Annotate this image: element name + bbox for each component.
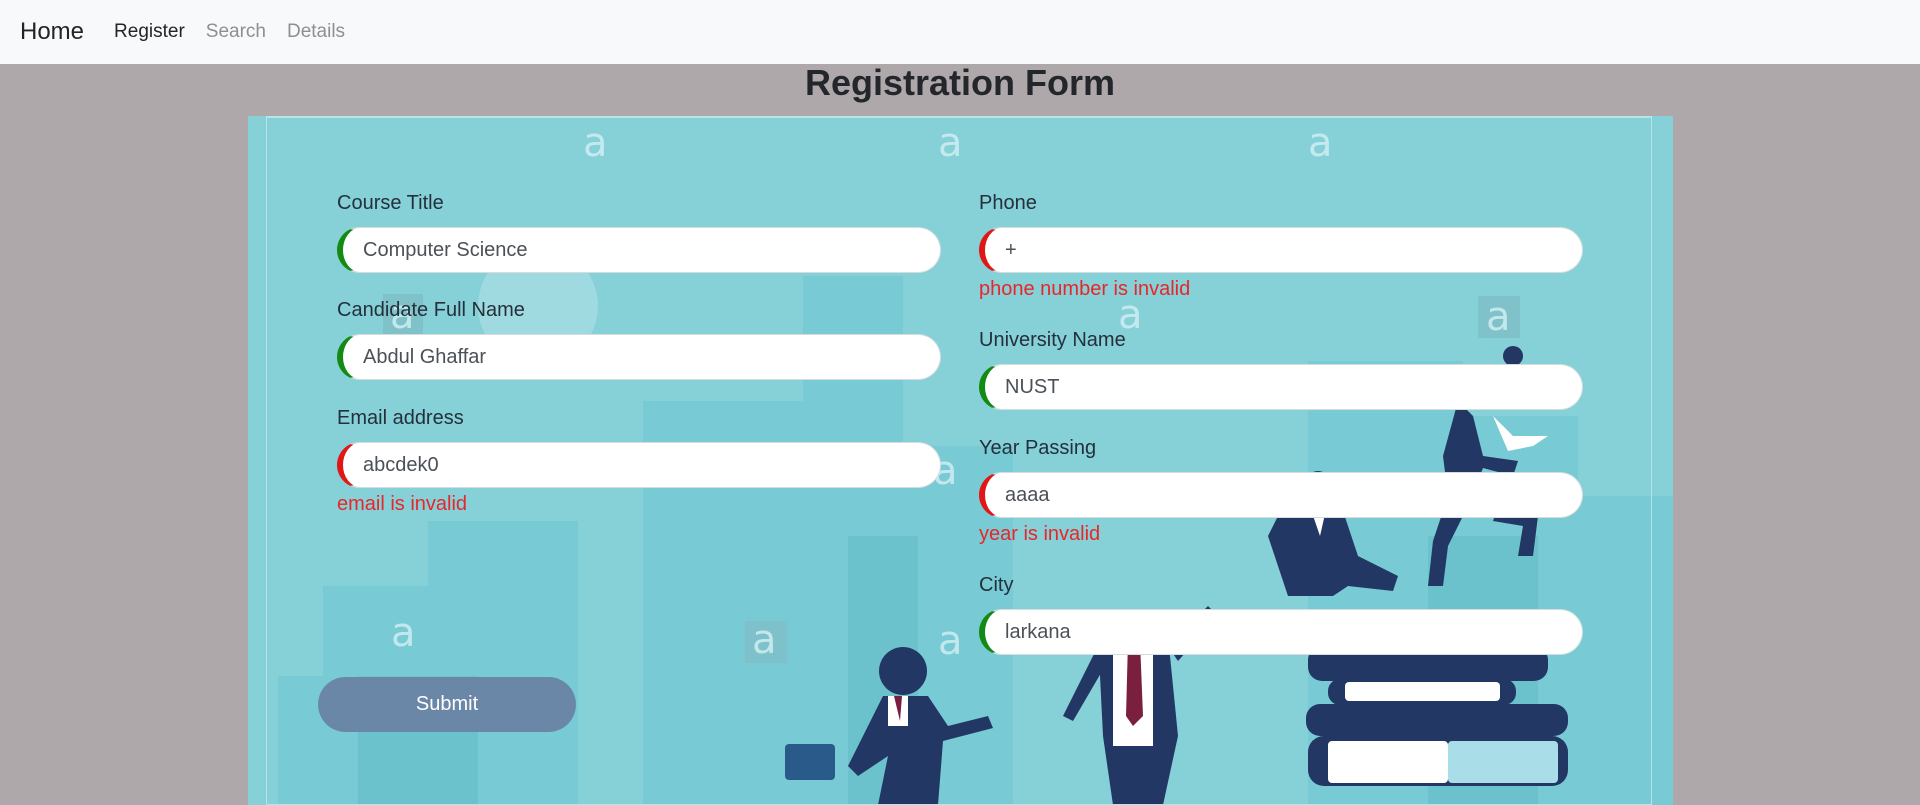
nav-link-details[interactable]: Details bbox=[287, 21, 345, 43]
submit-button[interactable]: Submit bbox=[318, 677, 576, 732]
phone-error: phone number is invalid bbox=[979, 278, 1191, 300]
city-input[interactable]: larkana bbox=[979, 609, 1583, 655]
course-title-label: Course Title bbox=[337, 192, 444, 214]
nav-brand-home[interactable]: Home bbox=[20, 18, 84, 46]
nav-link-register[interactable]: Register bbox=[114, 21, 185, 43]
year-error: year is invalid bbox=[979, 523, 1101, 545]
page-title: Registration Form bbox=[804, 62, 1116, 103]
year-passing-label: Year Passing bbox=[979, 437, 1097, 459]
full-name-input[interactable]: Abdul Ghaffar bbox=[337, 334, 941, 380]
city-label: City bbox=[979, 574, 1014, 596]
course-title-input[interactable]: Computer Science bbox=[337, 227, 941, 273]
year-passing-input[interactable]: aaaa bbox=[979, 472, 1583, 518]
full-name-label: Candidate Full Name bbox=[337, 299, 525, 321]
university-input[interactable]: NUST bbox=[979, 364, 1583, 410]
university-label: University Name bbox=[979, 329, 1126, 351]
email-label: Email address bbox=[337, 407, 464, 429]
nav-link-search[interactable]: Search bbox=[206, 21, 266, 43]
navbar: Home Register Search Details bbox=[0, 0, 1920, 64]
phone-label: Phone bbox=[979, 192, 1037, 214]
phone-input[interactable]: + bbox=[979, 227, 1583, 273]
email-input[interactable]: abcdek0 bbox=[337, 442, 941, 488]
email-error: email is invalid bbox=[337, 493, 468, 515]
